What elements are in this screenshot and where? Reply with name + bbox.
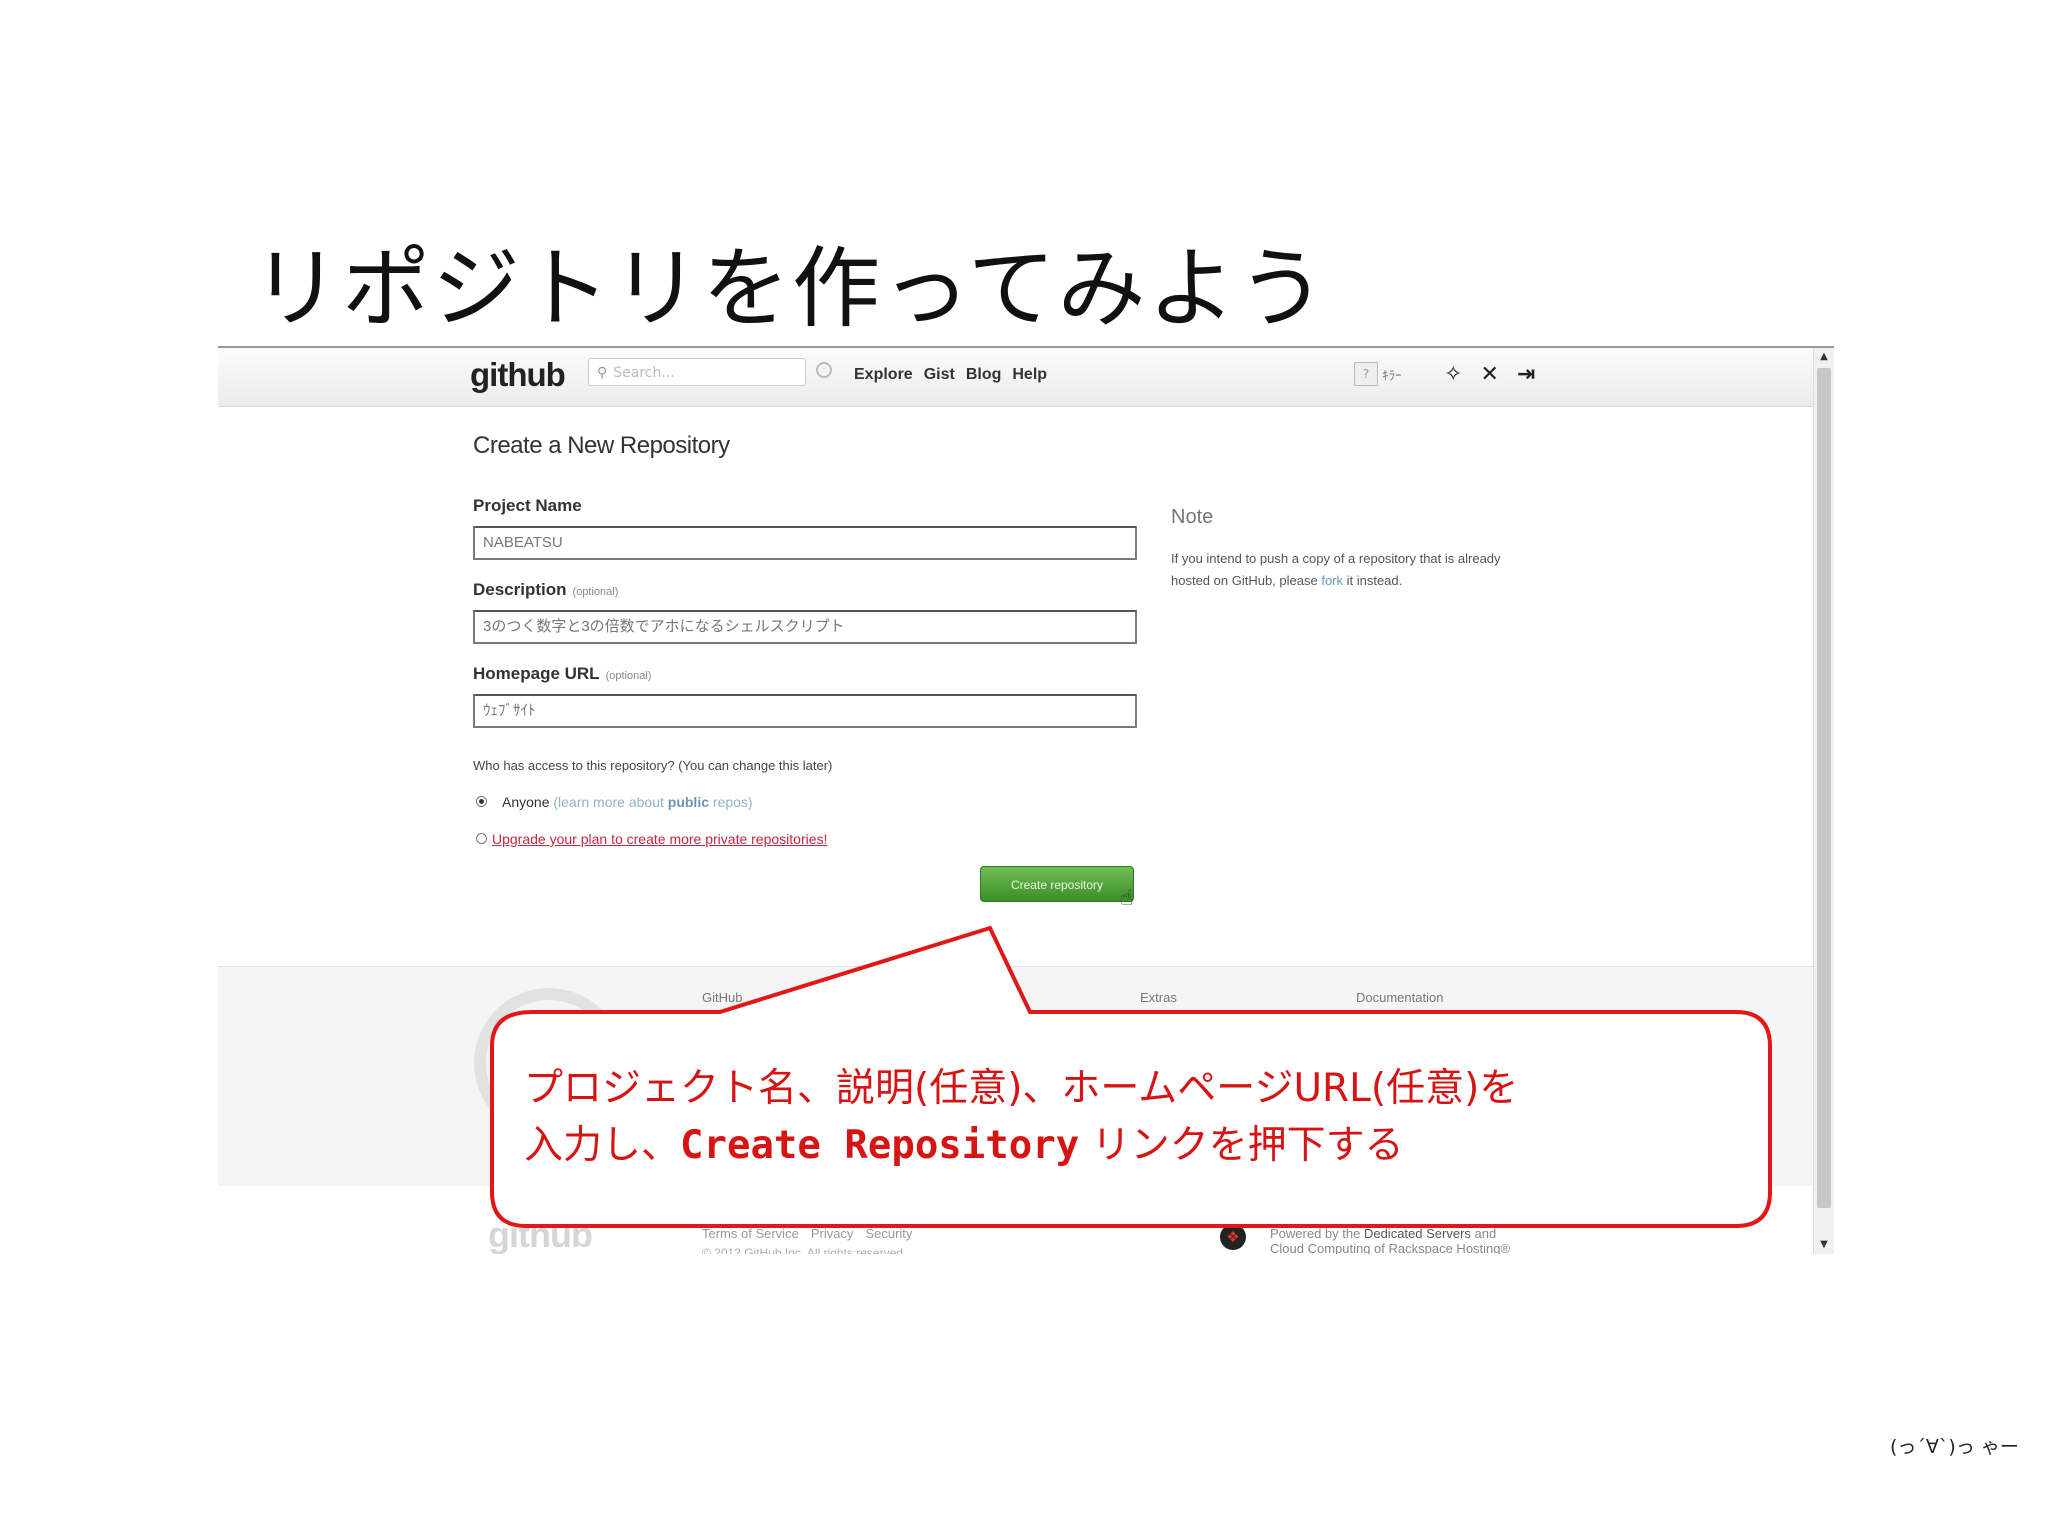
slide-emoticon: (っ´∀`)っ ゃー — [1890, 1436, 2019, 1458]
callout-text: プロジェクト名、説明(任意)、ホームページURL(任意)を 入力し、Create… — [524, 1060, 1774, 1174]
callout-bubble — [490, 925, 1772, 1228]
callout-line-2-post: リンクを押下する — [1079, 1123, 1404, 1168]
callout-line-2-mono: Create Repository — [680, 1123, 1080, 1168]
callout-line-2: 入力し、Create Repository リンクを押下する — [524, 1117, 1774, 1174]
callout-line-1: プロジェクト名、説明(任意)、ホームページURL(任意)を — [524, 1066, 1519, 1111]
callout-line-2-pre: 入力し、 — [524, 1123, 681, 1168]
